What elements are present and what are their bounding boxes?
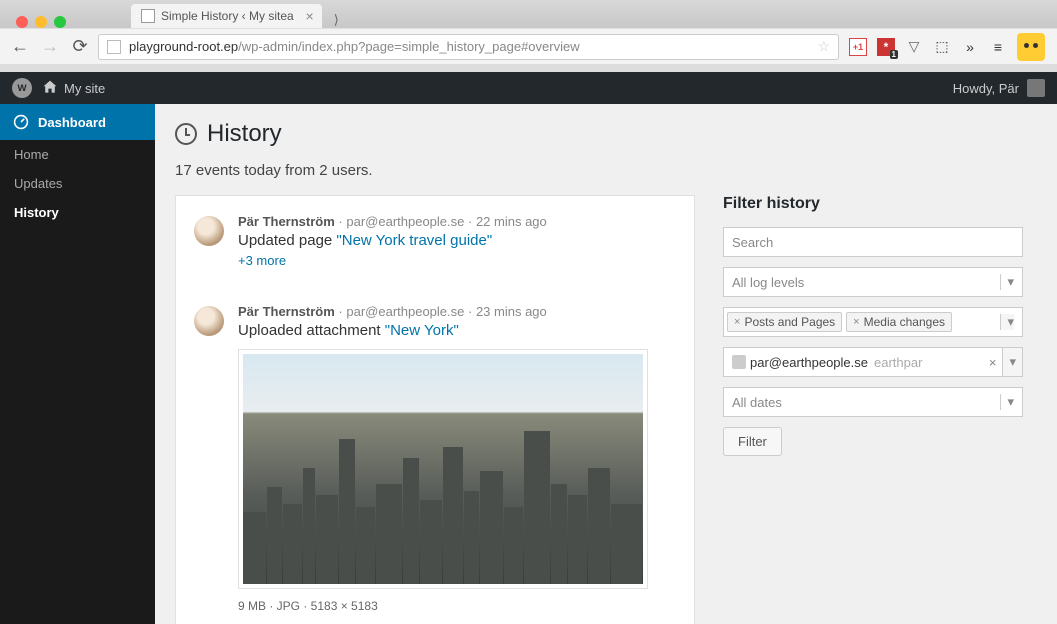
remove-tag-icon[interactable]: × (734, 316, 740, 328)
url-path: /wp-admin/index.php?page=simple_history_… (238, 39, 579, 54)
forward-button: → (38, 35, 62, 59)
site-info-icon[interactable] (107, 40, 121, 54)
new-tab-button[interactable]: ⟩ (330, 12, 343, 28)
user-avatar-icon (732, 355, 746, 369)
window-controls[interactable] (8, 8, 76, 28)
submenu-home[interactable]: Home (0, 140, 155, 169)
clear-user-icon[interactable]: × (989, 355, 997, 370)
history-clock-icon (175, 123, 197, 145)
home-icon[interactable] (42, 79, 58, 98)
event-meta: Pär Thernström · par@earthpeople.se · 23… (238, 304, 676, 319)
bookmark-star-icon[interactable]: ☆ (817, 38, 830, 55)
filter-panel: Filter history All log levels ×Posts and… (723, 195, 1023, 624)
reload-button[interactable]: ⟳ (68, 35, 92, 59)
filter-tag[interactable]: ×Media changes (846, 312, 952, 332)
attachment-thumbnail (243, 354, 643, 584)
close-window-icon[interactable] (16, 16, 28, 28)
remove-tag-icon[interactable]: × (853, 316, 859, 328)
dashboard-icon (12, 113, 30, 131)
user-filter-select[interactable]: par@earthpeople.se earthpar × ▾ (723, 347, 1023, 377)
attachment-preview[interactable] (238, 349, 648, 589)
wordpress-logo-icon[interactable]: W (12, 78, 32, 98)
log-levels-select[interactable]: All log levels (723, 267, 1023, 297)
event-more-link[interactable]: +3 more (238, 253, 676, 268)
svg-text:W: W (17, 83, 27, 94)
pocket-extension-icon[interactable]: ▽ (905, 38, 923, 56)
zoom-window-icon[interactable] (54, 16, 66, 28)
back-button[interactable]: ← (8, 35, 32, 59)
menu-dashboard[interactable]: Dashboard (0, 104, 155, 140)
tab-close-icon[interactable]: × (306, 8, 314, 24)
filter-button[interactable]: Filter (723, 427, 782, 456)
tab-title: Simple History ‹ My sitea (161, 9, 294, 23)
submenu-history[interactable]: History (0, 198, 155, 227)
submenu-updates[interactable]: Updates (0, 169, 155, 198)
events-summary: 17 events today from 2 users. (175, 162, 1037, 179)
avatar (194, 216, 224, 246)
event-meta: Pär Thernström · par@earthpeople.se · 22… (238, 214, 676, 229)
google-plus-extension-icon[interactable]: +1 (849, 38, 867, 56)
chrome-menu-icon[interactable]: ≡ (989, 38, 1007, 56)
dropdown-icon[interactable]: ▾ (1002, 348, 1022, 376)
browser-tab[interactable]: Simple History ‹ My sitea × (131, 4, 322, 28)
more-extension-icon[interactable]: » (961, 38, 979, 56)
howdy-text[interactable]: Howdy, Pär (953, 81, 1019, 96)
event-object-link[interactable]: "New York travel guide" (336, 232, 492, 249)
event-row: Pär Thernström · par@earthpeople.se · 22… (176, 196, 694, 286)
minimize-window-icon[interactable] (35, 16, 47, 28)
lastpass-extension-icon[interactable]: *1 (877, 38, 895, 56)
page-title: History (175, 120, 1037, 148)
site-name-link[interactable]: My site (64, 81, 105, 96)
avatar (194, 306, 224, 336)
dates-select[interactable]: All dates (723, 387, 1023, 417)
filter-tag[interactable]: ×Posts and Pages (727, 312, 842, 332)
admin-sidebar: Dashboard Home Updates History (0, 104, 155, 624)
event-row: Pär Thernström · par@earthpeople.se · 23… (176, 286, 694, 624)
event-message: Uploaded attachment "New York" (238, 322, 676, 339)
address-bar[interactable]: playground-root.ep/wp-admin/index.php?pa… (98, 34, 839, 60)
cast-extension-icon[interactable]: ⬚ (933, 38, 951, 56)
search-input[interactable] (723, 227, 1023, 257)
tab-favicon (141, 9, 155, 23)
user-avatar-icon[interactable] (1027, 79, 1045, 97)
event-object-link[interactable]: "New York" (385, 322, 459, 339)
attachment-meta: 9 MB · JPG · 5183 × 5183 (238, 599, 676, 613)
filter-heading: Filter history (723, 195, 1023, 213)
url-domain: playground-root.ep (129, 39, 238, 54)
cat-extension-icon[interactable] (1017, 33, 1045, 61)
event-message: Updated page "New York travel guide" (238, 232, 676, 249)
history-feed: Pär Thernström · par@earthpeople.se · 22… (175, 195, 695, 624)
message-types-select[interactable]: ×Posts and Pages ×Media changes (723, 307, 1023, 337)
